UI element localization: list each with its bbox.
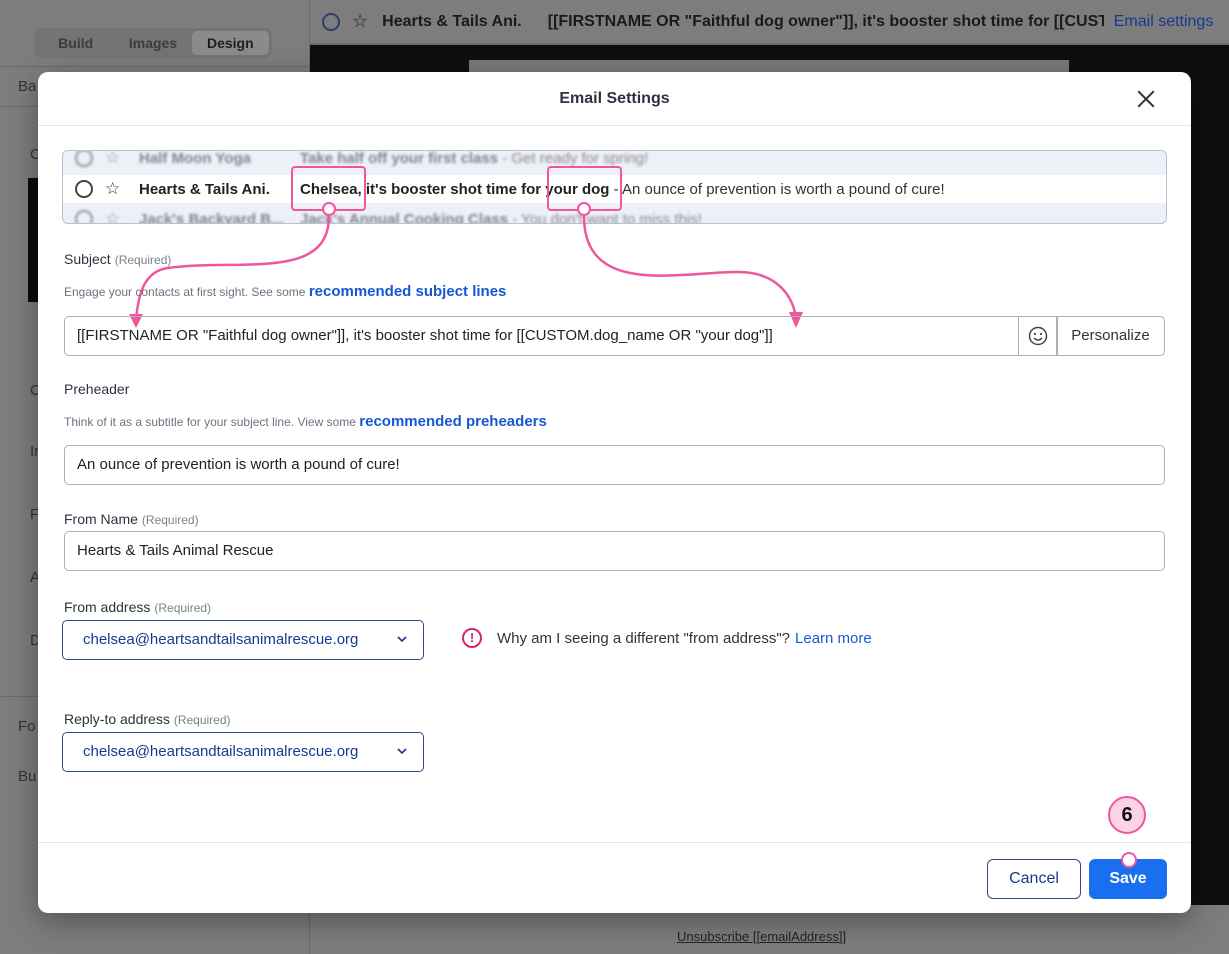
inbox-subject: Take half off your first class - Get rea… <box>300 150 649 167</box>
select-radio-icon[interactable] <box>322 12 340 31</box>
emoji-button[interactable] <box>1018 316 1058 356</box>
inbox-subject: Jack's Annual Cooking Class - You don't … <box>300 210 702 224</box>
modal-header: Email Settings <box>38 72 1191 126</box>
email-settings-modal: Email Settings ☆ Half Moon Yoga Take hal… <box>38 72 1191 913</box>
recommended-preheaders-link[interactable]: recommended preheaders <box>359 413 547 430</box>
step-number-badge: 6 <box>1108 796 1146 834</box>
email-preview-header: ☆ Hearts & Tails Ani. [[FIRSTNAME OR "Fa… <box>310 0 1229 44</box>
preheader-help: Think of it as a subtitle for your subje… <box>64 413 547 430</box>
divider <box>0 66 310 67</box>
subject-input[interactable]: [[FIRSTNAME OR "Faithful dog owner"]], i… <box>64 316 1019 356</box>
from-name-input[interactable]: Hearts & Tails Animal Rescue <box>64 531 1165 571</box>
tab-design[interactable]: Design <box>191 31 269 55</box>
annotation-knob <box>577 202 591 216</box>
chevron-down-icon <box>397 748 407 755</box>
subject-help: Engage your contacts at first sight. See… <box>64 283 506 300</box>
learn-more-link[interactable]: Learn more <box>795 630 872 647</box>
recommended-subject-lines-link[interactable]: recommended subject lines <box>309 283 507 300</box>
annotation-arrow <box>134 215 331 321</box>
star-icon: ☆ <box>105 150 121 167</box>
tab-build[interactable]: Build <box>37 31 114 55</box>
personalize-button[interactable]: Personalize <box>1056 316 1165 356</box>
inbox-preheader: - You don't want to miss this! <box>512 210 702 224</box>
from-address-value: chelsea@heartsandtailsanimalrescue.org <box>83 631 359 648</box>
alert-icon: ! <box>462 628 482 648</box>
from-name-label-text: From Name <box>64 511 138 527</box>
reply-to-value: chelsea@heartsandtailsanimalrescue.org <box>83 743 359 760</box>
smiley-icon <box>1028 326 1047 346</box>
modal-title: Email Settings <box>559 90 670 107</box>
inbox-sender: Half Moon Yoga <box>139 150 251 167</box>
preheader-label: Preheader <box>64 381 130 397</box>
reply-to-select[interactable]: chelsea@heartsandtailsanimalrescue.org <box>62 732 424 772</box>
required-tag: (Required) <box>141 513 199 527</box>
inbox-subject: Chelsea, it's booster shot time for your… <box>300 181 945 198</box>
star-icon[interactable]: ☆ <box>352 11 368 32</box>
inbox-sender: Hearts & Tails Ani. <box>139 180 270 198</box>
star-icon: ☆ <box>105 209 121 224</box>
radio-icon <box>75 151 93 167</box>
reply-to-label: Reply-to address (Required) <box>64 711 231 727</box>
reply-to-label-text: Reply-to address <box>64 711 170 727</box>
required-tag: (Required) <box>114 253 172 267</box>
from-address-info: ! Why am I seeing a different "from addr… <box>462 628 872 648</box>
side-row[interactable]: Ba <box>18 78 36 95</box>
required-tag: (Required) <box>154 601 212 615</box>
from-name-label: From Name (Required) <box>64 511 199 527</box>
inbox-subject-text: Take half off your first class <box>300 150 499 167</box>
preheader-input[interactable]: An ounce of prevention is worth a pound … <box>64 445 1165 485</box>
star-icon: ☆ <box>105 179 121 198</box>
inbox-preheader: - An ounce of prevention is worth a poun… <box>609 180 945 198</box>
preheader-help-text: Think of it as a subtitle for your subje… <box>64 415 356 429</box>
side-row[interactable]: Bu <box>18 768 36 785</box>
from-address-label-text: From address <box>64 599 151 615</box>
radio-icon <box>75 210 93 223</box>
subject-label: Subject (Required) <box>64 251 171 267</box>
annotation-arrow <box>582 215 798 319</box>
close-icon[interactable] <box>1135 88 1157 110</box>
modal-footer: Cancel Save <box>38 842 1191 913</box>
from-address-select[interactable]: chelsea@heartsandtailsanimalrescue.org <box>62 620 424 660</box>
side-row[interactable]: Fo <box>18 718 36 735</box>
radio-icon <box>75 180 93 198</box>
subject-help-text: Engage your contacts at first sight. See… <box>64 285 306 299</box>
inbox-preheader: - Get ready for spring! <box>502 150 649 167</box>
required-tag: (Required) <box>173 713 231 727</box>
tab-images[interactable]: Images <box>114 31 191 55</box>
annotation-knob <box>322 202 336 216</box>
cancel-button[interactable]: Cancel <box>987 859 1081 899</box>
subject-middle: it's booster shot time for <box>361 180 546 198</box>
chevron-down-icon <box>397 636 407 643</box>
subject-label-text: Subject <box>64 251 111 267</box>
from-address-info-text: Why am I seeing a different "from addres… <box>497 629 791 647</box>
inbox-sender: Jack's Backyard B... <box>139 210 284 224</box>
email-settings-link[interactable]: Email settings <box>1114 13 1214 31</box>
annotation-knob <box>1121 852 1137 868</box>
from-address-label: From address (Required) <box>64 599 211 615</box>
preview-sender: Hearts & Tails Ani. <box>382 12 522 30</box>
preview-subject: [[FIRSTNAME OR "Faithful dog owner"]], i… <box>547 12 1104 30</box>
unsubscribe-link[interactable]: Unsubscribe [[emailAddress]] <box>677 929 846 944</box>
editor-mode-tabs: Build Images Design <box>34 28 272 58</box>
